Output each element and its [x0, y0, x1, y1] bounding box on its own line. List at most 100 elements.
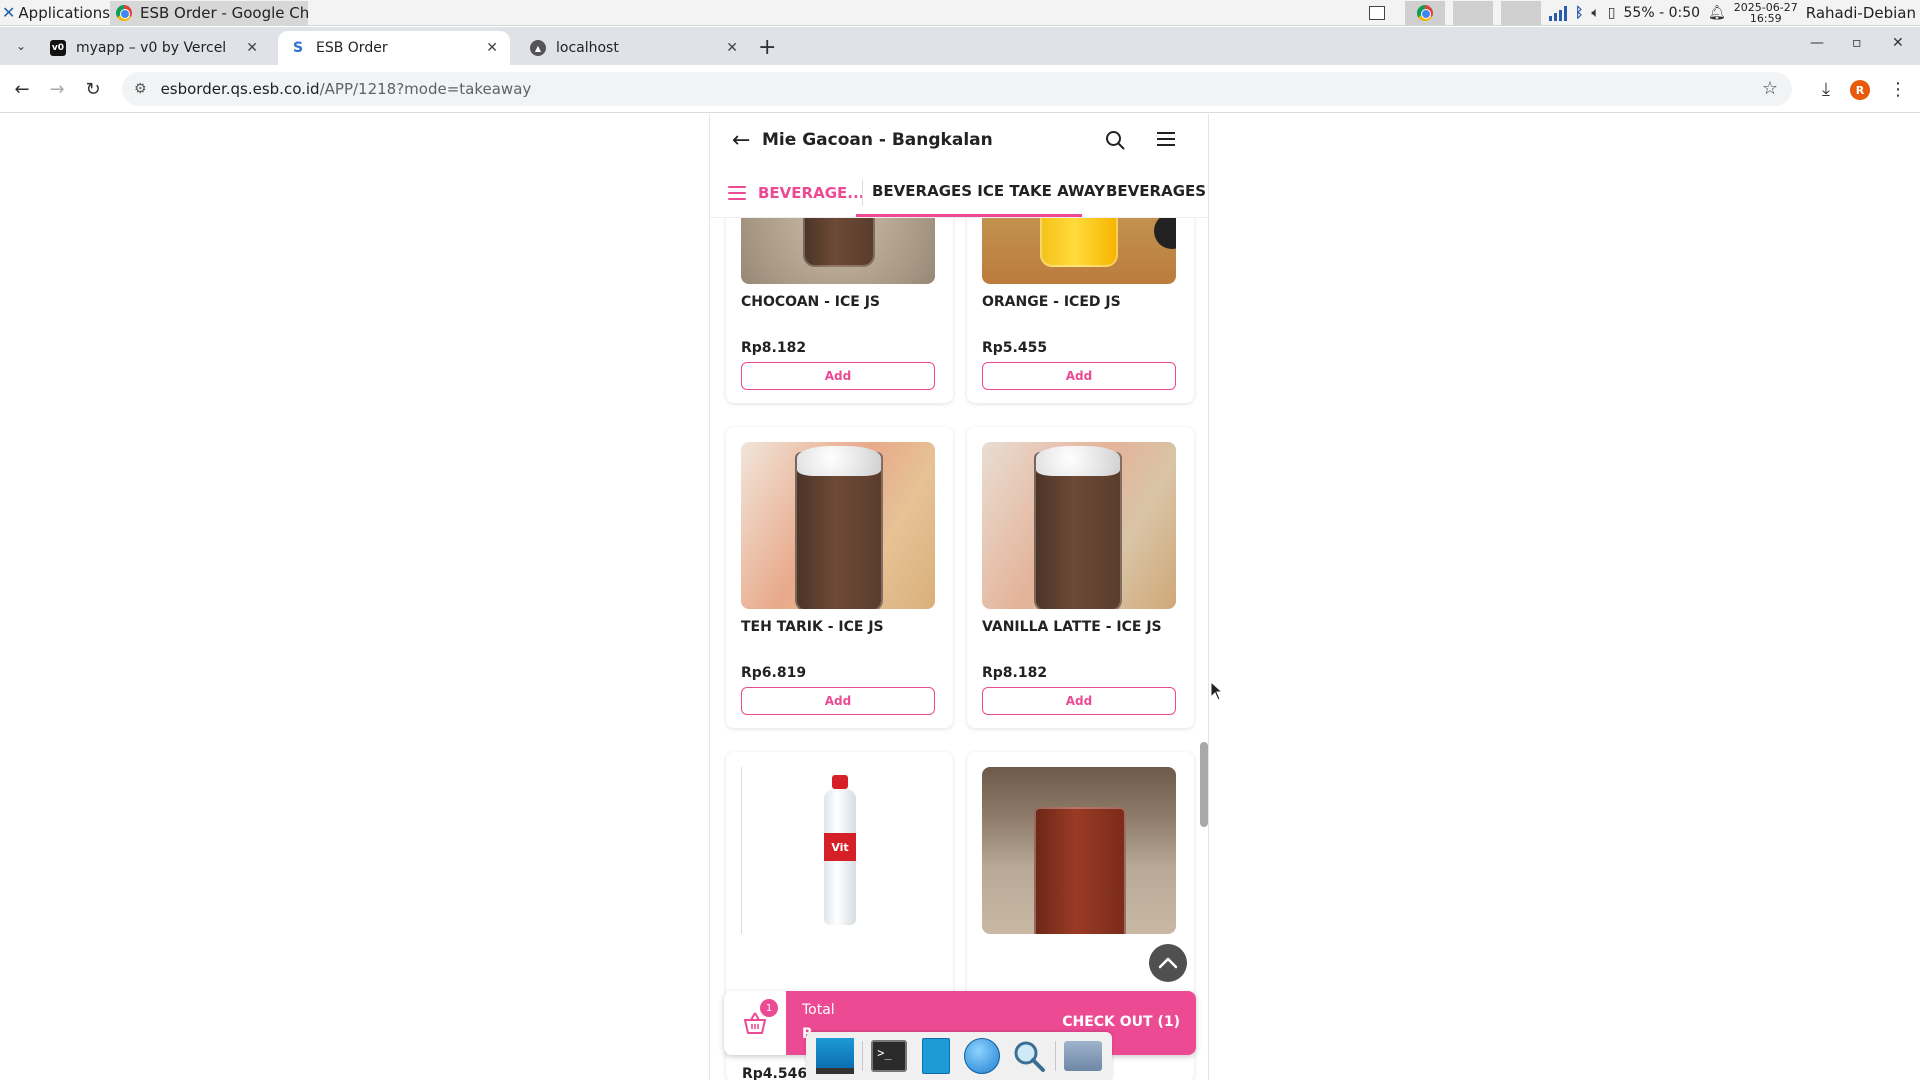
- category-tabs: BEVERAGE... BEVERAGES ICE TAKE AWAY BEVE…: [710, 166, 1208, 218]
- add-button[interactable]: Add: [982, 362, 1176, 390]
- product-price: Rp5.455: [982, 340, 1048, 356]
- esb-icon: S: [292, 40, 304, 56]
- chevron-up-icon: [1158, 957, 1178, 969]
- new-tab-plus-icon[interactable]: +: [758, 35, 776, 60]
- tab-label: myapp – v0 by Vercel: [76, 40, 227, 56]
- product-name: TEH TARIK - ICE JS: [741, 619, 884, 635]
- browser-tab-strip: ⌄ v0 myapp – v0 by Vercel ✕ S ESB Order …: [0, 27, 1920, 65]
- category-list-icon: [728, 186, 746, 200]
- product-image: Vit: [741, 767, 935, 934]
- bottle-label: Vit: [824, 833, 856, 861]
- volume-icon[interactable]: 🔈︎: [1591, 5, 1599, 21]
- category-label: BEVERAGE...: [758, 184, 865, 202]
- user-name[interactable]: Rahadi-Debian: [1806, 4, 1920, 22]
- chrome-icon: [1416, 5, 1433, 21]
- folder-icon[interactable]: [1063, 1036, 1103, 1076]
- add-button[interactable]: Add: [982, 687, 1176, 715]
- checkout-button[interactable]: CHECK OUT (1): [1062, 1014, 1180, 1030]
- browser-toolbar: ← → ↻ ⚙ esborder.qs.esb.co.id/APP/1218?m…: [0, 65, 1920, 113]
- more-vert-icon[interactable]: ⋮: [1886, 77, 1910, 101]
- water-bottle-image: Vit: [824, 775, 856, 925]
- desktop-dock: >_: [806, 1032, 1112, 1080]
- globe-icon: ▲: [530, 40, 546, 56]
- tab-esb-order[interactable]: S ESB Order ✕: [278, 31, 510, 65]
- close-icon[interactable]: ✕: [486, 40, 498, 56]
- app-finder-icon[interactable]: [1009, 1036, 1049, 1076]
- product-price: Rp6.819: [741, 665, 807, 681]
- bluetooth-icon[interactable]: ᛒ: [1575, 5, 1583, 21]
- download-icon[interactable]: ⤓: [1814, 77, 1838, 101]
- total-label: Total: [802, 1002, 835, 1018]
- taskbar-window-title: ESB Order - Google Chr...: [140, 4, 308, 22]
- bookmark-star-icon[interactable]: ☆: [1762, 78, 1778, 99]
- product-image: [741, 442, 935, 609]
- forward-arrow-icon[interactable]: →: [45, 77, 69, 101]
- close-icon[interactable]: ✕: [726, 40, 738, 56]
- profile-avatar[interactable]: R: [1850, 80, 1870, 100]
- tab-vercel[interactable]: v0 myapp – v0 by Vercel ✕: [38, 31, 270, 65]
- tab-localhost[interactable]: ▲ localhost ✕: [518, 31, 750, 65]
- store-name: Mie Gacoan - Bangkalan: [762, 130, 993, 150]
- taskbar-window-chrome[interactable]: ESB Order - Google Chr...: [110, 1, 308, 25]
- cart-basket[interactable]: 1: [724, 991, 786, 1055]
- tab-label: ESB Order: [316, 40, 388, 56]
- web-browser-icon[interactable]: [962, 1036, 1002, 1076]
- category-menu-button[interactable]: BEVERAGE...: [728, 180, 865, 206]
- show-desktop-icon[interactable]: [815, 1036, 855, 1076]
- product-price: Rp4.546: [742, 1066, 808, 1080]
- battery-icon[interactable]: ▯: [1608, 5, 1616, 21]
- applications-label: Applications: [18, 3, 111, 22]
- product-price: Rp8.182: [982, 665, 1048, 681]
- tab-search-chevron-down-icon[interactable]: ⌄: [10, 35, 32, 57]
- network-signal-icon[interactable]: [1548, 5, 1567, 21]
- mouse-cursor-icon: [1210, 681, 1224, 701]
- site-info-icon[interactable]: ⚙: [134, 81, 147, 97]
- system-tray: ᛒ 🔈︎ ▯ 55% - 0:50 🔔︎ 2025-06-27 16:59 Ra…: [1356, 0, 1920, 26]
- xfce-logo-icon: ✕: [2, 3, 16, 22]
- product-image: [982, 442, 1176, 609]
- minimize-icon[interactable]: —: [1810, 35, 1824, 51]
- product-name: VANILLA LATTE - ICE JS: [982, 619, 1162, 635]
- tab-beverages-ice-take-away[interactable]: BEVERAGES ICE TAKE AWAY: [872, 182, 1105, 200]
- product-card[interactable]: VANILLA LATTE - ICE JS Rp8.182 Add: [967, 427, 1194, 728]
- url-host: esborder.qs.esb.co.id: [160, 80, 320, 98]
- cart-count-badge: 1: [760, 999, 778, 1017]
- window-icon: [1368, 6, 1385, 20]
- clock[interactable]: 2025-06-27 16:59: [1734, 2, 1798, 24]
- clock-time: 16:59: [1749, 12, 1782, 25]
- product-image: [982, 767, 1176, 934]
- tab-label: localhost: [556, 40, 619, 56]
- vercel-icon: v0: [50, 40, 66, 56]
- back-arrow-icon[interactable]: ←: [10, 77, 34, 101]
- tab-beverages-hot[interactable]: BEVERAGES HO: [1106, 182, 1208, 200]
- url-path: /APP/1218?mode=takeaway: [319, 80, 532, 98]
- reload-icon[interactable]: ↻: [81, 77, 105, 101]
- product-card[interactable]: TEH TARIK - ICE JS Rp6.819 Add: [726, 427, 953, 728]
- scroll-to-top-button[interactable]: [1149, 944, 1187, 982]
- add-button[interactable]: Add: [741, 687, 935, 715]
- product-price: Rp8.182: [741, 340, 807, 356]
- close-window-icon[interactable]: ✕: [1892, 35, 1904, 51]
- add-button[interactable]: Add: [741, 362, 935, 390]
- chrome-icon: [116, 5, 132, 21]
- esb-order-app: CHOCOAN - ICE JS Rp8.182 Add ORANGE - IC…: [709, 114, 1209, 1080]
- close-icon[interactable]: ✕: [246, 40, 258, 56]
- search-icon[interactable]: [1105, 130, 1125, 154]
- tray-empty-slot[interactable]: [1452, 1, 1493, 25]
- product-name: ORANGE - ICED JS: [982, 294, 1121, 310]
- file-manager-icon[interactable]: [916, 1036, 956, 1076]
- back-arrow-icon[interactable]: ←: [732, 128, 750, 153]
- terminal-icon[interactable]: >_: [869, 1036, 909, 1076]
- page-viewport: CHOCOAN - ICE JS Rp8.182 Add ORANGE - IC…: [0, 114, 1920, 1080]
- active-tab-indicator: [856, 214, 1082, 217]
- page-scrollbar[interactable]: [1200, 742, 1208, 827]
- address-bar[interactable]: ⚙ esborder.qs.esb.co.id/APP/1218?mode=ta…: [122, 72, 1792, 106]
- maximize-icon[interactable]: ▫: [1852, 35, 1862, 51]
- battery-status: 55% - 0:50: [1623, 5, 1701, 21]
- notification-bell-icon[interactable]: 🔔︎: [1708, 5, 1726, 21]
- menu-icon[interactable]: [1157, 131, 1175, 151]
- workspace-switcher[interactable]: [1356, 1, 1397, 25]
- app-header: ← Mie Gacoan - Bangkalan: [710, 114, 1208, 166]
- tray-chrome-button[interactable]: [1404, 1, 1445, 25]
- tray-empty-slot[interactable]: [1500, 1, 1541, 25]
